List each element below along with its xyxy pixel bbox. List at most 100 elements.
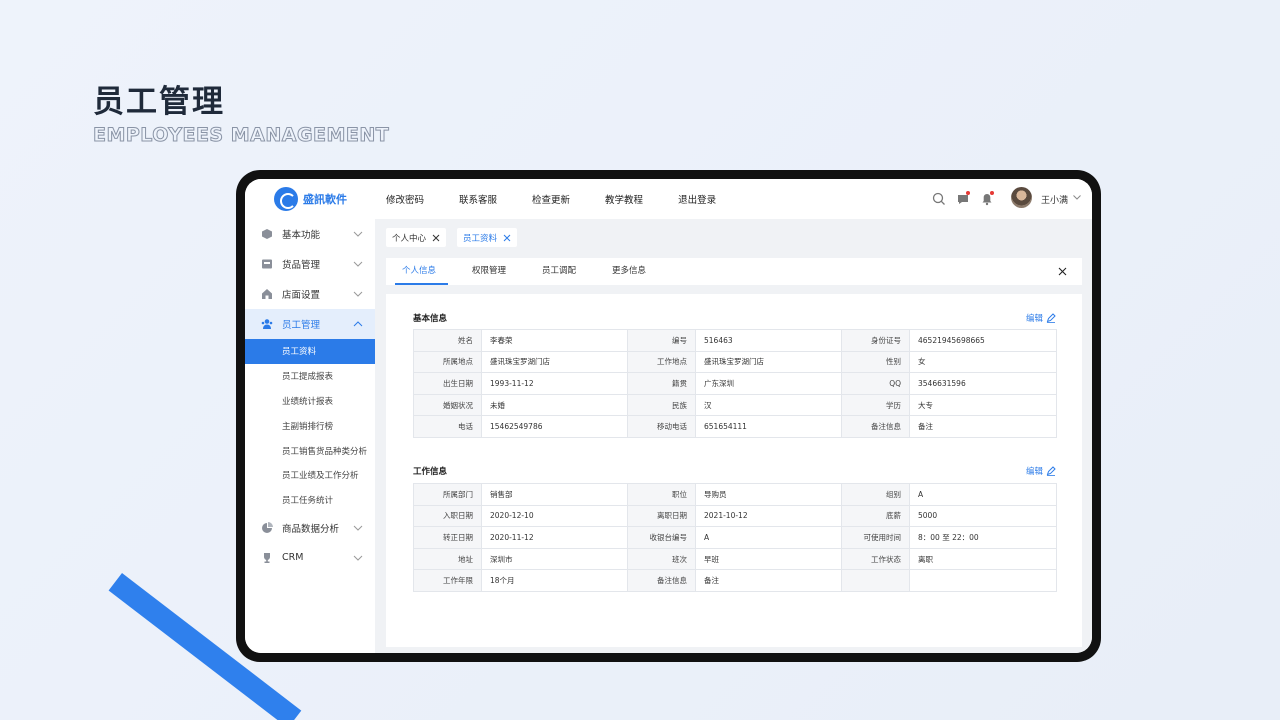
field-value [909, 569, 1057, 592]
field-label: 编号 [627, 329, 696, 352]
table-row: 电话 15462549786 移动电话 651654111 备注信息 备注 [413, 415, 1057, 438]
home-icon [262, 289, 272, 299]
field-value: 离职 [909, 547, 1057, 571]
field-value: 销售部 [481, 483, 628, 506]
message-icon[interactable] [955, 191, 971, 207]
sidebar-item-employees[interactable]: 员工管理 [245, 309, 375, 339]
table-row: 地址 深圳市 班次 早班 工作状态 离职 [413, 547, 1057, 571]
sidebar-subitem-work-analysis[interactable]: 员工业绩及工作分析 [245, 463, 375, 488]
field-label: 工作地点 [627, 350, 696, 374]
field-value: 1993-11-12 [481, 372, 628, 395]
field-label: 身份证号 [841, 329, 910, 352]
search-icon[interactable] [931, 191, 947, 207]
field-label: 班次 [627, 547, 696, 571]
top-icons [931, 191, 1003, 207]
field-label: 移动电话 [627, 415, 696, 438]
chip-employee-profile[interactable]: 员工资料 [457, 228, 518, 247]
field-value: 深圳市 [481, 547, 628, 571]
nav-logout[interactable]: 退出登录 [678, 192, 716, 206]
field-label: QQ [841, 372, 910, 395]
sidebar-subitem-category-analysis[interactable]: 员工销售货品种类分析 [245, 438, 375, 463]
sidebar-item-goods[interactable]: 货品管理 [245, 249, 375, 279]
close-icon[interactable] [503, 234, 511, 242]
sidebar-subitem-ranking[interactable]: 主副销排行榜 [245, 413, 375, 438]
edit-basic-button[interactable]: 编辑 [1026, 312, 1056, 324]
chevron-down-icon[interactable] [1072, 192, 1082, 202]
nav-check-update[interactable]: 检查更新 [532, 192, 570, 206]
field-value: 备注 [695, 569, 842, 592]
sidebar: 基本功能 货品管理 店面设置 员工管理 员工资料 员工提成报表 业绩统计报表 主 [245, 219, 375, 653]
field-value: 651654111 [695, 415, 842, 438]
basic-info-table: 姓名 李春荣 编号 516463 身份证号 46521945698665 所属地点 盛讯珠宝罗… [413, 329, 1057, 438]
main-content: 个人中心 员工资料 个人信息 权限管理 员工调配 更多信息 基本信息 编辑 姓名… [375, 219, 1092, 653]
field-label: 民族 [627, 393, 696, 417]
tab-more-info[interactable]: 更多信息 [612, 258, 646, 285]
table-row: 所属部门 销售部 职位 导购员 组别 A [413, 483, 1057, 506]
notification-dot [990, 191, 994, 195]
pencil-icon [1046, 466, 1056, 476]
chevron-down-icon [353, 525, 363, 531]
nav-contact-support[interactable]: 联系客服 [459, 192, 497, 206]
field-value: 导购员 [695, 483, 842, 506]
sidebar-subitem-task-stats[interactable]: 员工任务统计 [245, 488, 375, 513]
tab-personal-info[interactable]: 个人信息 [394, 258, 449, 285]
field-label: 备注信息 [627, 569, 696, 592]
sidebar-item-label: 商品数据分析 [282, 523, 340, 535]
field-value: 15462549786 [481, 415, 628, 438]
notification-dot [966, 191, 970, 195]
sidebar-item-label: 基本功能 [282, 230, 321, 241]
field-label: 收银台编号 [627, 526, 696, 549]
sidebar-item-store[interactable]: 店面设置 [245, 279, 375, 309]
field-value: 516463 [695, 329, 842, 352]
bell-icon[interactable] [979, 191, 995, 207]
logo[interactable]: 盛訊軟件 [274, 187, 347, 211]
pie-chart-icon [262, 521, 273, 533]
chevron-down-icon [353, 231, 363, 237]
field-label: 地址 [413, 547, 482, 571]
sidebar-item-crm[interactable]: CRM [245, 543, 375, 573]
field-label: 可使用时间 [841, 526, 910, 549]
tablet-frame: 盛訊軟件 修改密码 联系客服 检查更新 教学教程 退出登录 王小满 基本功能 货… [236, 170, 1101, 662]
chevron-down-icon [353, 555, 363, 561]
edit-label: 编辑 [1026, 467, 1044, 477]
sidebar-item-basic[interactable]: 基本功能 [245, 219, 375, 249]
field-label: 电话 [413, 415, 482, 438]
sidebar-item-label: 员工管理 [282, 320, 321, 331]
close-icon[interactable] [432, 234, 440, 242]
sidebar-subitem-performance[interactable]: 业绩统计报表 [245, 389, 375, 414]
users-icon [261, 319, 273, 329]
sidebar-item-label: CRM [282, 552, 304, 564]
field-value: 李春荣 [481, 329, 628, 352]
tab-permissions[interactable]: 权限管理 [472, 258, 506, 285]
field-value: A [695, 526, 842, 549]
nav-tutorial[interactable]: 教学教程 [605, 192, 643, 206]
field-value: 2020-12-10 [481, 504, 628, 528]
edit-work-button[interactable]: 编辑 [1026, 465, 1056, 477]
field-label: 籍贯 [627, 372, 696, 395]
field-label: 入职日期 [413, 504, 482, 528]
field-label: 学历 [841, 393, 910, 417]
sidebar-item-label: 货品管理 [282, 260, 321, 271]
hero-title: 员工管理 [93, 84, 225, 120]
nav-change-password[interactable]: 修改密码 [386, 192, 424, 206]
chip-personal-center[interactable]: 个人中心 [386, 228, 447, 247]
field-label: 性别 [841, 350, 910, 374]
avatar[interactable] [1011, 187, 1032, 208]
logo-icon [274, 187, 298, 211]
field-value: 8：00 至 22：00 [909, 526, 1057, 549]
field-value: 5000 [909, 504, 1057, 528]
field-value: 盛讯珠宝罗湖门店 [695, 350, 842, 374]
field-label: 所属部门 [413, 483, 482, 506]
sidebar-subitem-profile[interactable]: 员工资料 [245, 339, 375, 364]
close-icon[interactable] [1058, 267, 1067, 276]
field-value: 备注 [909, 415, 1057, 438]
field-value: 2021-10-12 [695, 504, 842, 528]
field-label: 底薪 [841, 504, 910, 528]
sidebar-item-product-analysis[interactable]: 商品数据分析 [245, 513, 375, 543]
username[interactable]: 王小满 [1041, 193, 1068, 206]
tab-allocation[interactable]: 员工调配 [542, 258, 576, 285]
field-label: 转正日期 [413, 526, 482, 549]
field-value: 早班 [695, 547, 842, 571]
sidebar-subitem-commission[interactable]: 员工提成报表 [245, 364, 375, 389]
field-value: 3546631596 [909, 372, 1057, 395]
